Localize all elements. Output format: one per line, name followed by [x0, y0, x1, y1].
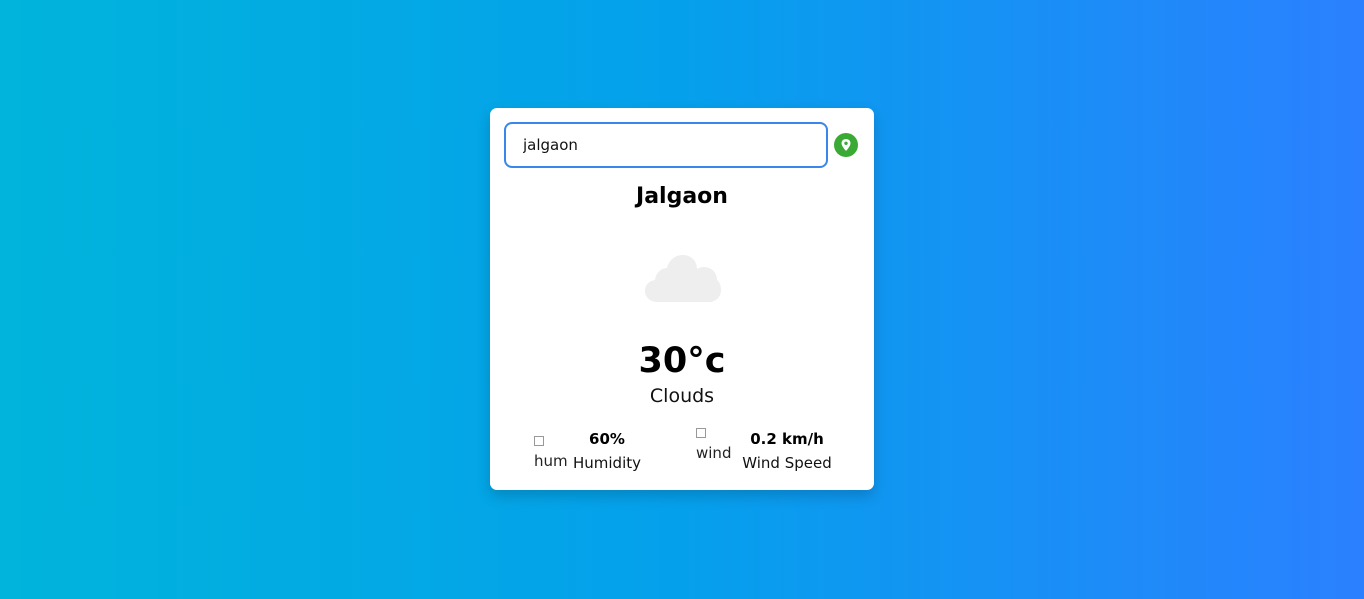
wind-speed-value: 0.2 km/h — [750, 430, 824, 448]
cloud-icon — [645, 255, 721, 302]
weather-card: Jalgaon 30°c Clouds hum 60% Humidity win… — [490, 108, 874, 490]
wind-speed-label: Wind Speed — [742, 454, 832, 472]
humidity-detail: hum 60% Humidity — [534, 426, 664, 476]
search-row — [504, 122, 860, 168]
map-pin-icon — [841, 139, 851, 151]
humidity-icon: hum — [534, 434, 568, 466]
wind-icon: wind — [696, 426, 738, 474]
wind-detail: wind 0.2 km/h Wind Speed — [696, 426, 846, 476]
humidity-label: Humidity — [572, 454, 641, 472]
city-name: Jalgaon — [636, 184, 728, 209]
city-search-input[interactable] — [504, 122, 828, 168]
weather-description: Clouds — [649, 385, 715, 407]
temperature: 30°c — [638, 341, 726, 381]
humidity-value: 60% — [589, 430, 625, 448]
current-location-button[interactable] — [834, 133, 858, 157]
